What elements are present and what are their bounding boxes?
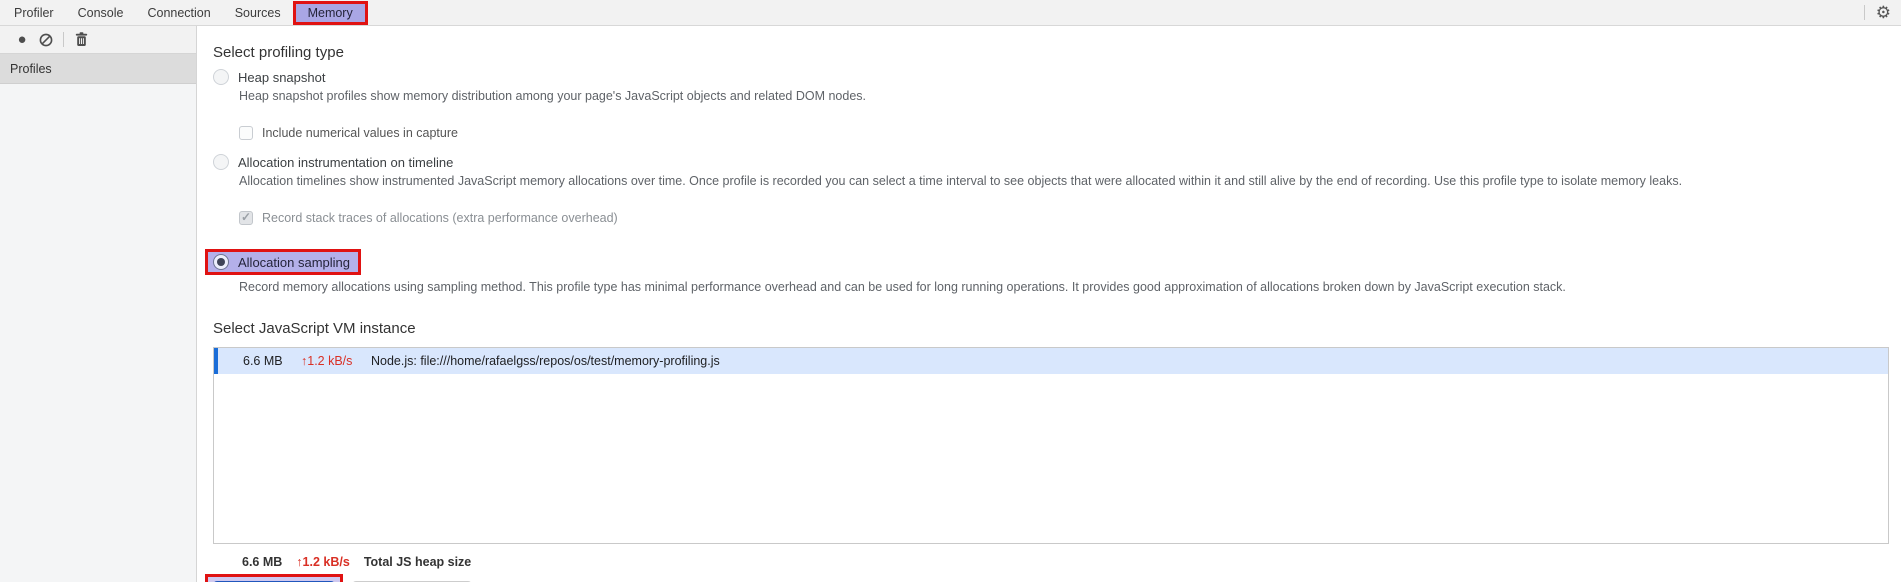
option-allocation-sampling[interactable]: Allocation sampling bbox=[213, 254, 350, 270]
include-numerical-values-option[interactable]: Include numerical values in capture bbox=[239, 126, 1889, 140]
total-heap-size: 6.6 MB bbox=[242, 555, 283, 569]
vm-instance-heap-size: 6.6 MB bbox=[243, 354, 283, 368]
option-heap-snapshot[interactable]: Heap snapshot bbox=[213, 69, 1889, 85]
allocation-timeline-description: Allocation timelines show instrumented J… bbox=[239, 174, 1683, 188]
total-heap-row: 6.6 MB ↑1.2 kB/s Total JS heap size bbox=[242, 555, 1889, 569]
sidebar-item-profiles[interactable]: Profiles bbox=[0, 54, 196, 84]
delete-profile-button[interactable] bbox=[69, 28, 93, 52]
record-stack-traces-label[interactable]: Record stack traces of allocations (extr… bbox=[262, 211, 618, 225]
gear-icon[interactable]: ⚙ bbox=[1876, 4, 1891, 21]
trash-icon bbox=[75, 32, 87, 46]
vm-instance-name: Node.js: file:///home/rafaelgss/repos/os… bbox=[371, 354, 720, 368]
devtools-tabbar: Profiler Console Connection Sources Memo… bbox=[0, 0, 1901, 26]
allocation-timeline-radio[interactable] bbox=[213, 154, 229, 170]
option-allocation-timeline[interactable]: Allocation instrumentation on timeline bbox=[213, 154, 1889, 170]
tabbar-right-controls: ⚙ bbox=[1863, 4, 1901, 21]
clear-button[interactable] bbox=[34, 28, 58, 52]
toolbar-separator bbox=[63, 32, 64, 47]
include-numerical-values-label[interactable]: Include numerical values in capture bbox=[262, 126, 458, 140]
allocation-sampling-description: Record memory allocations using sampling… bbox=[239, 280, 1566, 294]
record-button[interactable]: ● bbox=[10, 28, 34, 52]
allocation-sampling-radio[interactable] bbox=[213, 254, 229, 270]
annotation-box-memory-tab: Memory bbox=[292, 1, 368, 25]
clear-circle-slash-icon bbox=[39, 33, 53, 46]
record-icon: ● bbox=[17, 31, 27, 48]
tab-connection[interactable]: Connection bbox=[135, 0, 222, 26]
tab-memory[interactable]: Memory bbox=[296, 4, 365, 22]
tab-profiler[interactable]: Profiler bbox=[2, 0, 66, 26]
total-heap-label: Total JS heap size bbox=[363, 555, 472, 569]
vm-instance-list: 6.6 MB ↑1.2 kB/s Node.js: file:///home/r… bbox=[213, 347, 1889, 544]
tabbar-separator bbox=[1863, 5, 1865, 20]
vm-instance-heading: Select JavaScript VM instance bbox=[213, 320, 416, 337]
action-buttons-row: Start Load bbox=[205, 574, 1889, 582]
vm-instance-row[interactable]: 6.6 MB ↑1.2 kB/s Node.js: file:///home/r… bbox=[214, 348, 1888, 374]
annotation-box-allocation-sampling: Allocation sampling bbox=[205, 249, 362, 275]
heap-snapshot-label[interactable]: Heap snapshot bbox=[238, 70, 325, 85]
record-stack-traces-checkbox[interactable] bbox=[239, 210, 253, 225]
record-stack-traces-option[interactable]: Record stack traces of allocations (extr… bbox=[239, 210, 1889, 225]
tab-sources[interactable]: Sources bbox=[223, 0, 293, 26]
annotation-box-start-button: Start bbox=[205, 574, 343, 582]
vm-instance-heap-rate: ↑1.2 kB/s bbox=[301, 354, 353, 368]
memory-toolbar: ● bbox=[0, 26, 196, 54]
profiling-type-heading: Select profiling type bbox=[213, 44, 344, 61]
heap-snapshot-description: Heap snapshot profiles show memory distr… bbox=[239, 89, 867, 103]
heap-snapshot-radio[interactable] bbox=[213, 69, 229, 85]
total-heap-rate: ↑1.2 kB/s bbox=[296, 555, 350, 569]
allocation-timeline-label[interactable]: Allocation instrumentation on timeline bbox=[238, 155, 453, 170]
include-numerical-values-checkbox[interactable] bbox=[239, 126, 253, 140]
profiles-sidebar: ● Profiles bbox=[0, 26, 197, 582]
tab-console[interactable]: Console bbox=[66, 0, 136, 26]
allocation-sampling-label[interactable]: Allocation sampling bbox=[238, 255, 350, 270]
memory-panel-main: Select profiling type Heap snapshot Heap… bbox=[197, 26, 1901, 582]
